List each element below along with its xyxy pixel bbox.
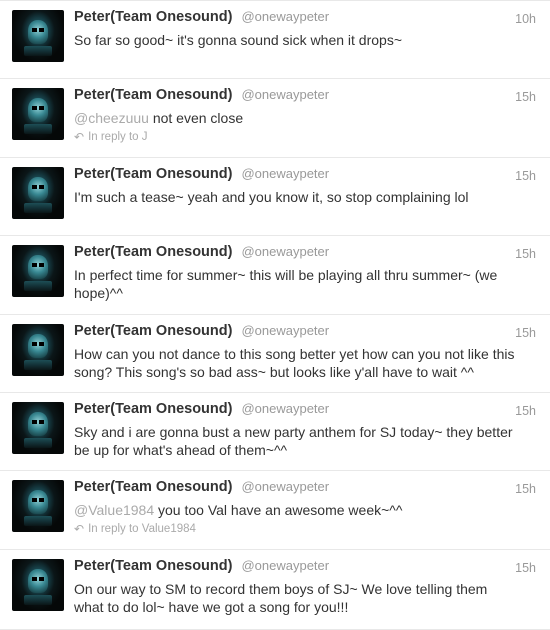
author-handle[interactable]: @onewaypeter (241, 9, 329, 24)
tweet-item[interactable]: Peter(Team Onesound) @onewaypeter 15h Ho… (0, 315, 550, 393)
tweet-text: Sky and i are gonna bust a new party ant… (74, 423, 538, 459)
tweet-timestamp[interactable]: 15h (515, 90, 536, 104)
tweet-text-body: not even close (148, 110, 244, 127)
tweet-text-body: How can you not dance to this song bette… (74, 345, 515, 380)
tweet-text-body: So far so good~ it's gonna sound sick wh… (74, 32, 402, 48)
tweet-header: Peter(Team Onesound) @onewaypeter (74, 9, 538, 29)
reply-arrow-icon: ↶ (74, 130, 85, 145)
tweet-text-body: I'm such a tease~ yeah and you know it, … (74, 188, 469, 205)
tweet-text: So far so good~ it's gonna sound sick wh… (74, 31, 538, 49)
tweet-text: How can you not dance to this song bette… (74, 345, 538, 381)
avatar[interactable] (12, 558, 64, 611)
tweet-text-body: On our way to SM to record them boys of … (74, 580, 488, 615)
tweet-timestamp[interactable]: 15h (515, 169, 536, 183)
tweet-text: I'm such a tease~ yeah and you know it, … (74, 188, 538, 206)
author-name[interactable]: Peter(Team Onesound) (74, 244, 232, 260)
avatar[interactable] (12, 245, 64, 298)
in-reply-to-link[interactable]: ↶ In reply to Value1984 (74, 522, 538, 536)
in-reply-to-label: In reply to Value1984 (88, 523, 196, 536)
author-name[interactable]: Peter(Team Onesound) (74, 87, 232, 103)
author-name[interactable]: Peter(Team Onesound) (74, 479, 232, 495)
tweet-header: Peter(Team Onesound) @onewaypeter (74, 479, 538, 499)
tweet-item[interactable]: Peter(Team Onesound) @onewaypeter 15h I'… (0, 158, 550, 237)
tweet-text-body: Sky and i are gonna bust a new party ant… (74, 423, 513, 458)
tweet-text-body: In perfect time for summer~ this will be… (74, 267, 498, 302)
author-handle[interactable]: @onewaypeter (241, 558, 329, 573)
tweet-timestamp[interactable]: 15h (515, 561, 536, 575)
tweet-header: Peter(Team Onesound) @onewaypeter (74, 558, 538, 578)
tweet-text: In perfect time for summer~ this will be… (74, 266, 538, 302)
avatar[interactable] (12, 401, 64, 454)
author-handle[interactable]: @onewaypeter (241, 401, 329, 416)
tweet-timestamp[interactable]: 15h (515, 247, 536, 261)
tweet-text: @Value1984 you too Val have an awesome w… (74, 501, 538, 519)
avatar[interactable] (12, 10, 64, 62)
tweet-header: Peter(Team Onesound) @onewaypeter (74, 244, 538, 264)
avatar[interactable] (12, 480, 64, 533)
tweet-header: Peter(Team Onesound) @onewaypeter (74, 401, 538, 421)
tweet-item[interactable]: Peter(Team Onesound) @onewaypeter 15h @c… (0, 79, 550, 158)
author-handle[interactable]: @onewaypeter (241, 323, 329, 338)
tweet-text-body: you too Val have an awesome week~^^ (154, 502, 403, 519)
author-name[interactable]: Peter(Team Onesound) (74, 166, 232, 182)
author-handle[interactable]: @onewaypeter (241, 479, 329, 494)
author-name[interactable]: Peter(Team Onesound) (74, 401, 232, 417)
tweet-item[interactable]: Peter(Team Onesound) @onewaypeter 15h Sk… (0, 393, 550, 472)
tweet-item[interactable]: Peter(Team Onesound) @onewaypeter 10h So… (0, 1, 550, 80)
tweet-text: On our way to SM to record them boys of … (74, 580, 538, 616)
tweet-header: Peter(Team Onesound) @onewaypeter (74, 87, 538, 107)
tweet-item[interactable]: Peter(Team Onesound) @onewaypeter 15h In… (0, 236, 550, 315)
tweet-timestamp[interactable]: 15h (515, 482, 536, 496)
author-name[interactable]: Peter(Team Onesound) (74, 323, 232, 339)
tweet-item[interactable]: Peter(Team Onesound) @onewaypeter 15h On… (0, 550, 550, 630)
mention-link[interactable]: @cheezuuu (74, 110, 149, 126)
tweet-timeline: Peter(Team Onesound) @onewaypeter 10h So… (0, 0, 550, 630)
tweet-text: @cheezuuu not even close (74, 109, 538, 127)
avatar[interactable] (12, 323, 64, 376)
author-handle[interactable]: @onewaypeter (241, 166, 329, 181)
avatar[interactable] (12, 88, 64, 141)
in-reply-to-label: In reply to J (88, 131, 148, 144)
reply-arrow-icon: ↶ (74, 522, 85, 537)
mention-link[interactable]: @Value1984 (74, 502, 154, 518)
tweet-item[interactable]: Peter(Team Onesound) @onewaypeter 15h @V… (0, 471, 550, 550)
author-handle[interactable]: @onewaypeter (241, 244, 329, 259)
tweet-timestamp[interactable]: 15h (515, 326, 536, 340)
avatar[interactable] (12, 166, 64, 219)
in-reply-to-link[interactable]: ↶ In reply to J (74, 130, 538, 144)
tweet-timestamp[interactable]: 10h (515, 12, 536, 26)
tweet-timestamp[interactable]: 15h (515, 404, 536, 418)
author-name[interactable]: Peter(Team Onesound) (74, 558, 232, 574)
tweet-header: Peter(Team Onesound) @onewaypeter (74, 323, 538, 343)
author-handle[interactable]: @onewaypeter (241, 87, 329, 102)
author-name[interactable]: Peter(Team Onesound) (74, 9, 232, 25)
tweet-header: Peter(Team Onesound) @onewaypeter (74, 166, 538, 186)
